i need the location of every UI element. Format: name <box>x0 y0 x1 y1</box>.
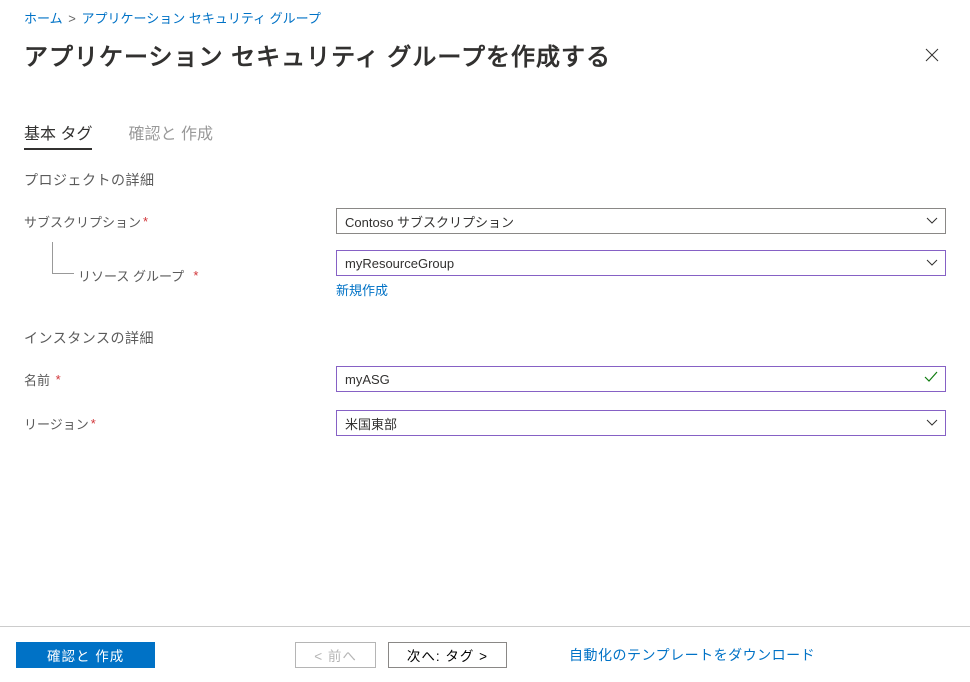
link-create-new-rg[interactable]: 新規作成 <box>336 280 388 299</box>
check-icon <box>924 370 938 388</box>
close-icon <box>925 48 939 62</box>
select-subscription-value[interactable] <box>336 208 946 234</box>
row-region: リージョン* <box>24 408 946 438</box>
select-region[interactable] <box>336 410 946 436</box>
label-region-text: リージョン <box>24 414 89 433</box>
label-name: 名前 * <box>24 370 336 389</box>
footer-bar: 確認と 作成 < 前へ 次へ: タグ > 自動化のテンプレートをダウンロード <box>0 626 970 682</box>
review-create-button[interactable]: 確認と 作成 <box>16 642 155 668</box>
next-button[interactable]: 次へ: タグ > <box>388 642 507 668</box>
label-subscription: サブスクリプション* <box>24 212 336 231</box>
input-name-wrap <box>336 366 946 392</box>
tab-basics[interactable]: 基本 タグ <box>24 116 92 150</box>
tab-basics-label-b: タグ <box>60 126 92 143</box>
label-resource-group-text: リソース グループ <box>78 266 184 285</box>
download-template-link[interactable]: 自動化のテンプレートをダウンロード <box>569 645 815 665</box>
tab-basics-label-a: 基本 <box>24 126 56 143</box>
required-indicator: * <box>193 268 198 283</box>
label-region: リージョン* <box>24 414 336 433</box>
label-name-text: 名前 <box>24 370 50 389</box>
select-resource-group[interactable] <box>336 250 946 276</box>
select-resource-group-value[interactable] <box>336 250 946 276</box>
required-indicator: * <box>91 416 96 431</box>
row-name: 名前 * <box>24 364 946 394</box>
breadcrumb-current[interactable]: アプリケーション セキュリティ グループ <box>81 11 320 26</box>
required-indicator: * <box>56 372 61 387</box>
tab-review-label-a: 確認と <box>128 126 176 143</box>
label-subscription-text: サブスクリプション <box>24 212 141 231</box>
select-subscription[interactable] <box>336 208 946 234</box>
form-content: 基本 タグ 確認と 作成 プロジェクトの詳細 サブスクリプション* リソース グ… <box>0 80 970 438</box>
tab-review-label-b: 作成 <box>181 126 213 143</box>
page-title: アプリケーション セキュリティ グループを作成する <box>24 37 611 72</box>
row-resource-group: リソース グループ * 新規作成 <box>24 250 946 300</box>
breadcrumb-home[interactable]: ホーム <box>24 11 63 26</box>
label-resource-group: リソース グループ * <box>24 266 336 285</box>
breadcrumb: ホーム > アプリケーション セキュリティ グループ <box>0 0 970 27</box>
input-name[interactable] <box>336 366 946 392</box>
required-indicator: * <box>143 214 148 229</box>
row-subscription: サブスクリプション* <box>24 206 946 236</box>
previous-button[interactable]: < 前へ <box>295 642 376 668</box>
page-header: アプリケーション セキュリティ グループを作成する <box>0 27 970 80</box>
tabs: 基本 タグ 確認と 作成 <box>24 116 946 150</box>
section-project-details: プロジェクトの詳細 <box>24 170 946 190</box>
breadcrumb-separator: > <box>68 11 76 26</box>
section-instance-details: インスタンスの詳細 <box>24 328 946 348</box>
select-region-value[interactable] <box>336 410 946 436</box>
close-button[interactable] <box>918 41 946 69</box>
tab-review-create[interactable]: 確認と 作成 <box>128 116 212 150</box>
indent-line <box>52 242 74 274</box>
